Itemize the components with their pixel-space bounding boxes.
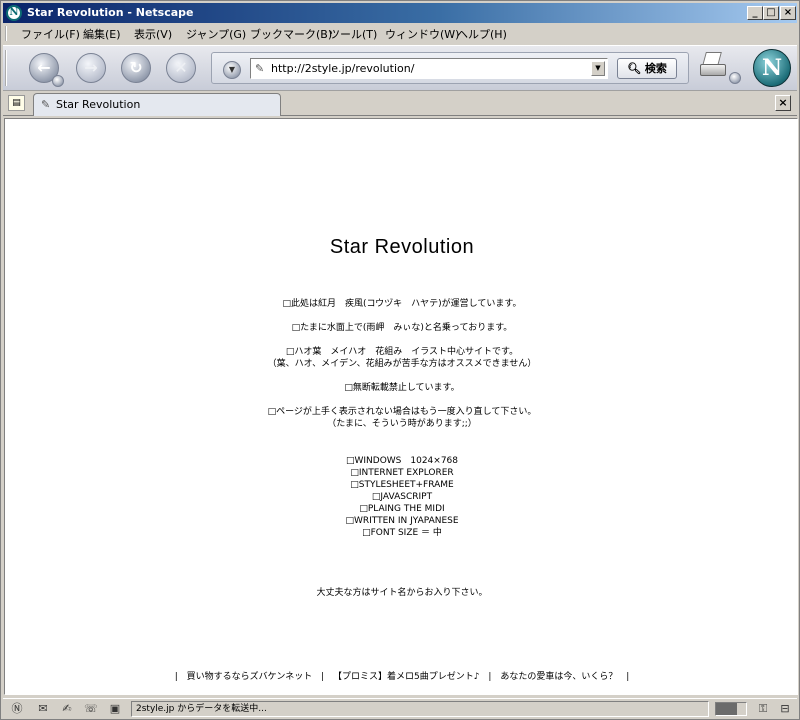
note-line: （葉、ハオ、メイデン、花組みが苦手な方はオススメできません）	[267, 359, 537, 369]
url-input[interactable]	[271, 61, 581, 76]
window-title: Star Revolution - Netscape	[27, 6, 194, 19]
note-line: □ハオ葉 メイハオ 花組み イラスト中心サイトです。	[285, 347, 519, 357]
requirement-item: □PLAING THE MIDI	[359, 504, 445, 514]
maximize-button[interactable]: □	[763, 6, 779, 20]
search-button-label: 検索	[644, 62, 667, 75]
netscape-icon: N	[6, 5, 22, 21]
enter-instruction: 大丈夫な方はサイト名からお入り下さい。	[316, 588, 488, 598]
close-tab-button[interactable]: ×	[775, 95, 791, 111]
menu-help[interactable]: ヘルプ(H)	[457, 26, 507, 42]
menu-edit[interactable]: 編集(E)	[83, 26, 121, 42]
stop-icon: ✕	[174, 58, 188, 77]
security-icon[interactable]: ⚿	[755, 702, 771, 716]
requirement-item: □STYLESHEET+FRAME	[350, 480, 454, 490]
page-title[interactable]: Star Revolution	[5, 235, 797, 259]
netscape-logo-icon[interactable]: N	[753, 49, 791, 87]
address-book-icon[interactable]: ☏	[83, 702, 99, 716]
separator: |	[488, 672, 492, 682]
requirement-item: □WINDOWS 1024×768	[345, 456, 459, 466]
reload-button[interactable]: ↻	[121, 53, 151, 83]
netscape-icon[interactable]: Ⓝ	[9, 702, 25, 716]
back-history-dropdown[interactable]	[52, 75, 64, 87]
progress-bar	[715, 702, 747, 716]
minimize-button[interactable]: _	[747, 6, 763, 20]
menu-bar: ファイル(F) 編集(E) 表示(V) ジャンプ(G) ブックマーク(B) ツー…	[3, 24, 797, 43]
toolbar-grip[interactable]	[5, 50, 11, 86]
url-history-dropdown[interactable]: ▼	[591, 61, 605, 76]
print-dropdown[interactable]	[729, 72, 741, 84]
separator: |	[321, 672, 325, 682]
page-content: Star Revolution □此処は紅月 疾風(コウヅキ ハヤテ)が運営して…	[4, 118, 798, 695]
go-dropdown-button[interactable]: ▼	[223, 61, 241, 79]
menu-grip[interactable]	[5, 26, 11, 41]
stop-button[interactable]: ✕	[166, 53, 196, 83]
navigation-toolbar: ← → ↻ ✕ ▼ ✎ ▼ 🔍︎ 検索	[3, 45, 797, 91]
page-icon: ✎	[255, 62, 265, 75]
separator: |	[626, 672, 630, 682]
page-info-icon[interactable]: ▣	[107, 702, 123, 716]
status-text: 2style.jp からデータを転送中...	[131, 701, 709, 717]
forward-arrow-icon: →	[84, 58, 98, 77]
note-line: □無断転載禁止しています。	[344, 383, 460, 393]
requirement-item: □FONT SIZE ＝ 中	[362, 528, 442, 538]
browser-window: N Star Revolution - Netscape _ □ × ファイル(…	[0, 0, 800, 720]
url-field[interactable]: ✎ ▼	[250, 58, 608, 79]
footer-ad-links: | 買い物するならズバケンネット | 【プロミス】着メロ5曲プレゼント♪ | あ…	[5, 672, 797, 683]
ad-link-shopping[interactable]: 買い物するならズバケンネット	[187, 672, 313, 682]
status-bar: Ⓝ ✉ ✍ ☏ ▣ 2style.jp からデータを転送中... ⚿ ⊟	[3, 698, 797, 718]
sidebar-toggle-icon[interactable]: ▤	[8, 95, 25, 111]
note-line: □ページが上手く表示されない場合はもう一度入り直して下さい。	[267, 407, 537, 417]
title-bar: N Star Revolution - Netscape _ □ ×	[3, 3, 797, 23]
close-window-button[interactable]: ×	[780, 6, 796, 20]
note-line: （たまに、そういう時があります;;）	[327, 419, 477, 429]
menu-file[interactable]: ファイル(F)	[21, 26, 80, 42]
magnifier-icon: 🔍︎	[627, 62, 642, 75]
print-body	[700, 64, 726, 76]
offline-icon[interactable]: ⊟	[777, 702, 793, 716]
forward-button[interactable]: →	[76, 53, 106, 83]
separator: |	[174, 672, 178, 682]
requirement-item: □WRITTEN IN JYAPANESE	[345, 516, 459, 526]
mail-icon[interactable]: ✉	[35, 702, 51, 716]
requirement-item: □INTERNET EXPLORER	[350, 468, 454, 478]
search-button[interactable]: 🔍︎ 検索	[617, 58, 677, 79]
requirement-item: □JAVASCRIPT	[371, 492, 433, 502]
note-line: □此処は紅月 疾風(コウヅキ ハヤテ)が運営しています。	[282, 299, 522, 309]
menu-window[interactable]: ウィンドウ(W)	[385, 26, 459, 42]
reload-icon: ↻	[129, 58, 143, 77]
ad-link-ringtone[interactable]: 【プロミス】着メロ5曲プレゼント♪	[333, 672, 479, 682]
menu-view[interactable]: 表示(V)	[134, 26, 172, 42]
back-arrow-icon: ←	[37, 58, 51, 77]
menu-go[interactable]: ジャンプ(G)	[186, 26, 246, 42]
menu-bookmarks[interactable]: ブックマーク(B)	[250, 26, 332, 42]
note-line: □たまに水面上で(雨岬 みぃな)と名乗っております。	[291, 323, 513, 333]
menu-tools[interactable]: ツール(T)	[329, 26, 377, 42]
ad-link-car[interactable]: あなたの愛車は今、いくら？	[500, 672, 617, 682]
tab-bar: ▤ ✎ Star Revolution ×	[3, 92, 797, 116]
url-panel: ▼ ✎ ▼ 🔍︎ 検索	[211, 52, 689, 84]
back-button[interactable]: ←	[29, 53, 64, 87]
composer-icon[interactable]: ✍	[59, 702, 75, 716]
page-icon: ✎	[41, 98, 51, 111]
tab-label: Star Revolution	[56, 98, 141, 111]
tab-star-revolution[interactable]: ✎ Star Revolution	[33, 93, 281, 116]
progress-fill	[716, 703, 737, 715]
print-icon[interactable]	[698, 52, 728, 80]
